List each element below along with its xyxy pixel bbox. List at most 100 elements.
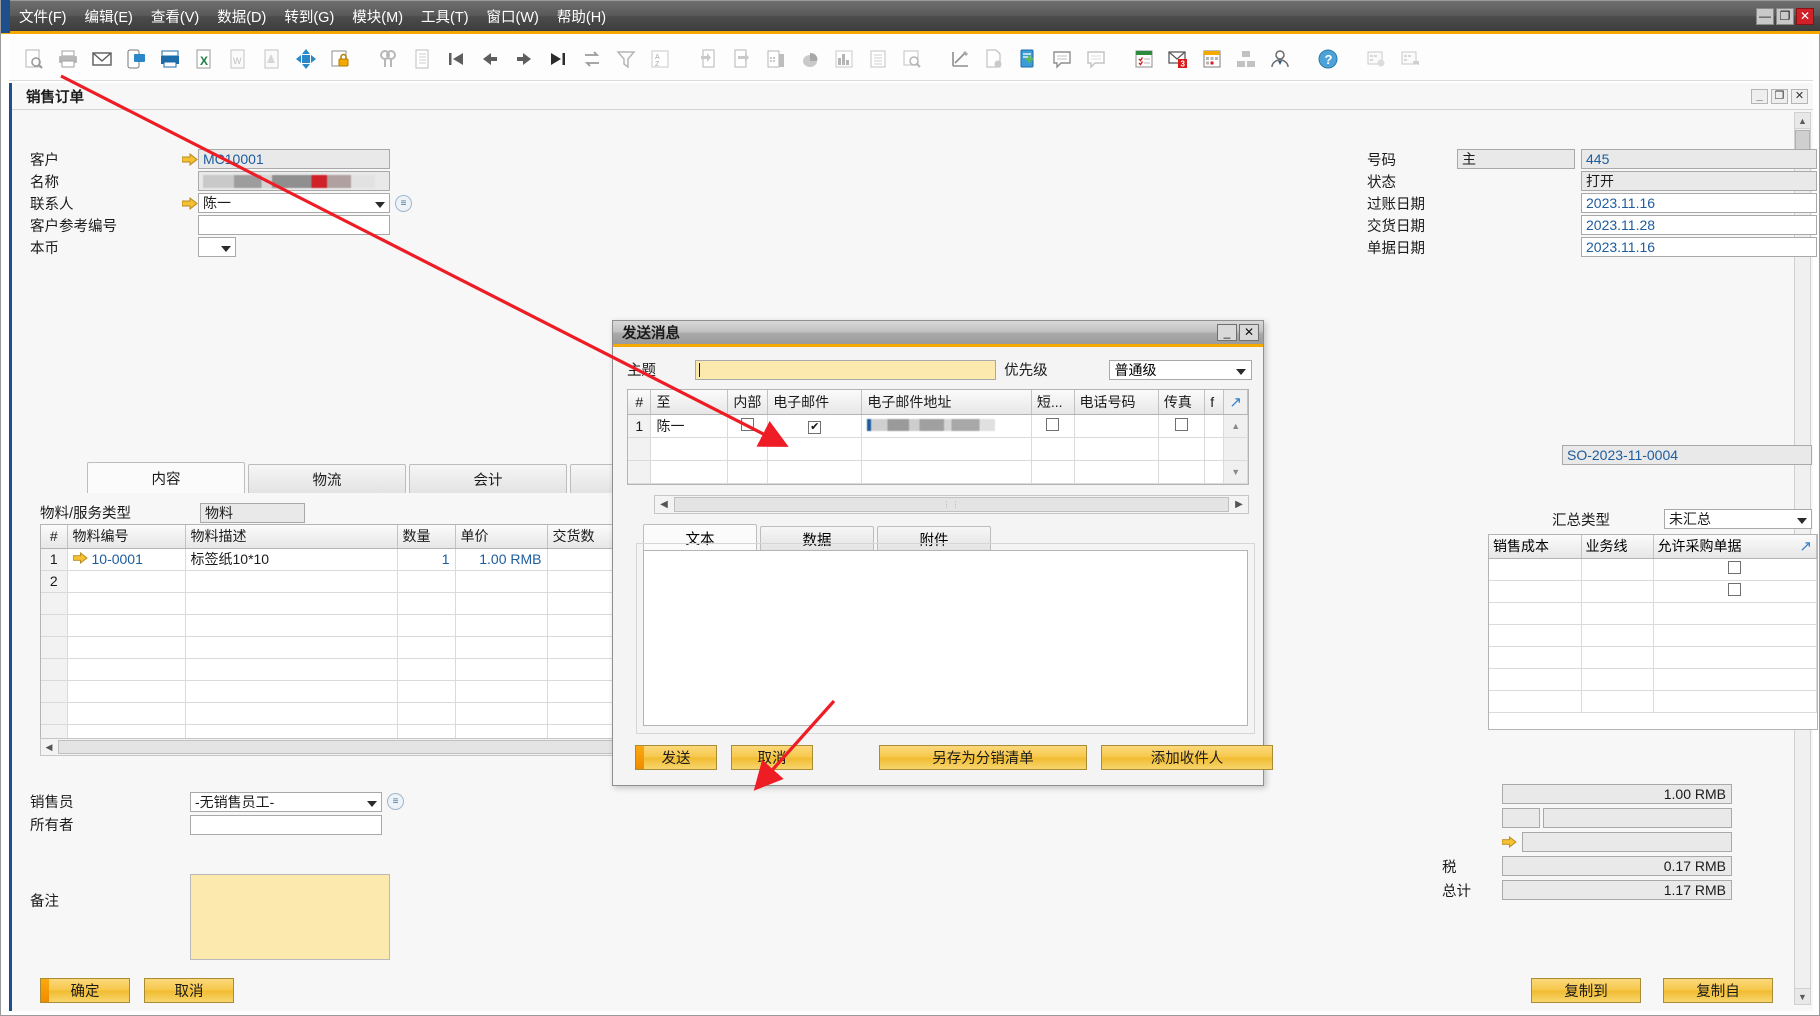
database-addon-icon[interactable]: [1013, 44, 1043, 74]
tab-attachment[interactable]: 附件: [877, 526, 991, 551]
document-restore-button[interactable]: ❐: [1771, 88, 1788, 104]
col-item-desc[interactable]: 物料描述: [185, 525, 398, 549]
restore-button[interactable]: ❐: [1776, 7, 1794, 25]
discount-percent-field[interactable]: [1502, 808, 1540, 828]
subject-input[interactable]: [694, 359, 997, 380]
next-record-icon[interactable]: [509, 44, 539, 74]
cell-unit-price[interactable]: [455, 570, 548, 593]
table-row[interactable]: [1489, 646, 1817, 669]
recipients-scroll-track[interactable]: [1223, 437, 1248, 461]
owner-field[interactable]: [190, 814, 382, 835]
line-items-grid[interactable]: # 物料编号 物料描述 数量 单价 交货数 1 10-0001 标签纸10*10…: [40, 524, 635, 748]
col-email[interactable]: 电子邮件: [767, 390, 863, 415]
recipients-horizontal-scrollbar[interactable]: ◀ ⋮⋮ ▶: [654, 495, 1249, 514]
email-checkbox[interactable]: ✔: [808, 421, 822, 434]
customer-link-arrow-icon[interactable]: [182, 152, 198, 166]
list-icon[interactable]: [407, 44, 437, 74]
item-link-arrow-icon[interactable]: [72, 551, 88, 567]
tab-logistics[interactable]: 物流: [248, 464, 406, 493]
expand-columns-icon[interactable]: ↗: [1229, 394, 1242, 411]
col-internal[interactable]: 内部: [727, 390, 769, 415]
table-row[interactable]: [41, 680, 634, 703]
allow-purchase-doc-checkbox[interactable]: [1728, 583, 1742, 596]
print-preview-icon[interactable]: [19, 44, 49, 74]
table-row[interactable]: [1489, 580, 1817, 603]
report-icon[interactable]: [863, 44, 893, 74]
scroll-up-arrow[interactable]: ▲: [1795, 113, 1810, 129]
delivery-date-field[interactable]: 2023.11.28: [1581, 215, 1817, 235]
col-to[interactable]: 至: [650, 390, 729, 415]
recipients-scroll-down[interactable]: ▼: [1223, 460, 1248, 484]
message-icon[interactable]: [1047, 44, 1077, 74]
query-icon[interactable]: [897, 44, 927, 74]
cell-quantity[interactable]: 1: [397, 548, 456, 571]
internal-checkbox[interactable]: [741, 417, 755, 431]
item-service-type-value[interactable]: 物料: [200, 502, 305, 523]
freight-link-arrow-icon[interactable]: [1502, 836, 1522, 848]
copy-from-button[interactable]: 复制自: [1663, 978, 1773, 1003]
customer-name-field[interactable]: [198, 171, 390, 191]
freight-value[interactable]: [1522, 832, 1732, 852]
document-settings-icon[interactable]: [979, 44, 1009, 74]
close-button[interactable]: ✕: [1796, 7, 1814, 25]
tab-text[interactable]: 文本: [643, 524, 757, 551]
col-phone[interactable]: 电话号码: [1074, 390, 1159, 415]
menu-file[interactable]: 文件(F): [10, 4, 76, 29]
ok-button[interactable]: 确定: [40, 978, 130, 1003]
customer-ref-field[interactable]: [198, 215, 390, 235]
drag-cells-out-icon[interactable]: [1395, 44, 1425, 74]
col-sms[interactable]: 短...: [1031, 390, 1075, 415]
graph-edit-icon[interactable]: [945, 44, 975, 74]
menu-window[interactable]: 窗口(W): [478, 4, 548, 29]
table-row[interactable]: ▼: [628, 460, 1248, 484]
copy-from-icon[interactable]: [693, 44, 723, 74]
first-record-icon[interactable]: [441, 44, 471, 74]
schedule-icon[interactable]: [1197, 44, 1227, 74]
drag-cells-icon[interactable]: [1361, 44, 1391, 74]
message-send-icon[interactable]: [1081, 44, 1111, 74]
recipients-hscroll-thumb[interactable]: ⋮⋮: [674, 497, 1229, 512]
menu-view[interactable]: 查看(V): [142, 4, 208, 29]
allow-purchase-doc-checkbox[interactable]: [1728, 561, 1742, 574]
table-row[interactable]: [1489, 558, 1817, 581]
currency-dropdown[interactable]: [198, 237, 236, 257]
table-row[interactable]: [1489, 668, 1817, 691]
cell-phone[interactable]: [1074, 414, 1159, 438]
table-row[interactable]: 2: [41, 570, 634, 593]
email-icon[interactable]: [87, 44, 117, 74]
print-icon[interactable]: [53, 44, 83, 74]
dialog-close-button[interactable]: ✕: [1239, 324, 1259, 341]
export-word-icon[interactable]: W: [223, 44, 253, 74]
cell-email-address[interactable]: [861, 414, 1032, 438]
table-row[interactable]: 1 陈一 ✔ ▲: [628, 414, 1248, 438]
summary-grid[interactable]: 销售成本 业务线 允许采购单据 ↗: [1488, 534, 1818, 730]
sort-icon[interactable]: AZ: [645, 44, 675, 74]
tab-content[interactable]: 内容: [87, 462, 245, 493]
table-row[interactable]: [41, 592, 634, 615]
sms-checkbox[interactable]: [1046, 417, 1060, 431]
priority-dropdown[interactable]: 普通级: [1109, 359, 1253, 380]
number-series-field[interactable]: 主: [1457, 149, 1575, 169]
menu-data[interactable]: 数据(D): [208, 4, 275, 29]
line-items-horizontal-scrollbar[interactable]: ◀ ▶: [40, 738, 635, 756]
contact-link-arrow-icon[interactable]: [182, 196, 198, 210]
copy-to-icon[interactable]: [727, 44, 757, 74]
cell-overflow[interactable]: [1204, 414, 1225, 438]
cell-internal[interactable]: [727, 414, 769, 438]
cell-fax[interactable]: [1158, 414, 1206, 438]
col-unit-price[interactable]: 单价: [455, 525, 548, 549]
salesperson-dropdown[interactable]: -无销售员工-: [190, 791, 382, 812]
menu-tools[interactable]: 工具(T): [412, 4, 478, 29]
menu-edit[interactable]: 编辑(E): [76, 4, 142, 29]
hscroll-thumb[interactable]: [58, 740, 617, 754]
cancel-button[interactable]: 取消: [731, 745, 813, 770]
menu-help[interactable]: 帮助(H): [548, 4, 615, 29]
cell-item-desc[interactable]: 标签纸10*10: [185, 548, 398, 571]
find-icon[interactable]: [373, 44, 403, 74]
number-value-field[interactable]: 445: [1581, 149, 1817, 169]
export-excel-icon[interactable]: X: [189, 44, 219, 74]
recipients-hscroll-left-arrow[interactable]: ◀: [655, 499, 673, 510]
posting-date-field[interactable]: 2023.11.16: [1581, 193, 1817, 213]
message-body-textarea[interactable]: [643, 550, 1248, 726]
tab-accounting[interactable]: 会计: [409, 464, 567, 493]
